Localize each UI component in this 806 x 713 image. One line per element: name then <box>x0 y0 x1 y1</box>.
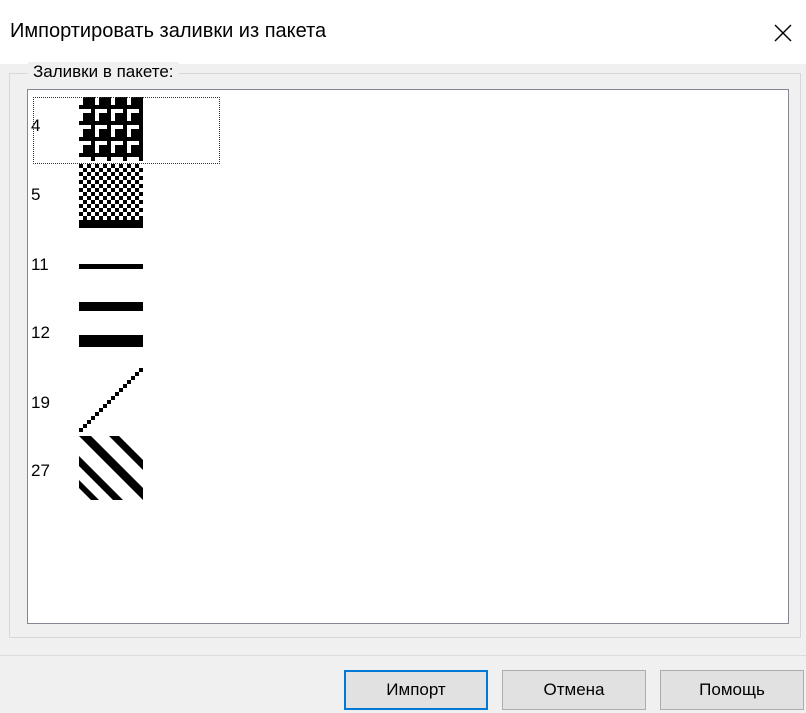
fill-pattern-checker-icon <box>79 164 143 228</box>
cancel-button[interactable]: Отмена <box>502 670 646 710</box>
fill-pattern-diagonal-bands-icon <box>79 436 143 500</box>
fill-pattern-grid-icon <box>79 97 143 161</box>
list-item-fill-5[interactable]: 5 <box>28 164 228 232</box>
footer-separator <box>0 655 806 656</box>
fill-pattern-thick-lines-icon <box>79 302 143 347</box>
close-icon <box>774 24 792 42</box>
list-item-fill-11[interactable]: 11 <box>28 232 228 300</box>
close-button[interactable] <box>760 10 806 56</box>
list-item-fill-27[interactable]: 27 <box>28 436 228 504</box>
import-fills-dialog: Импортировать заливки из пакета Заливки … <box>0 0 806 713</box>
dialog-title: Импортировать заливки из пакета <box>10 20 327 42</box>
fill-number: 11 <box>31 255 49 274</box>
fill-number: 5 <box>31 185 41 204</box>
list-item-fill-4[interactable]: 4 <box>28 96 228 164</box>
import-button[interactable]: Импорт <box>344 670 488 710</box>
list-item-fill-12[interactable]: 12 <box>28 300 228 368</box>
list-item-fill-19[interactable]: 19 <box>28 368 228 436</box>
title-bar: Импортировать заливки из пакета <box>0 0 806 64</box>
fill-number: 27 <box>31 461 50 480</box>
help-button[interactable]: Помощь <box>660 670 804 710</box>
fills-list[interactable]: 4 5 11 12 19 27 <box>27 89 789 624</box>
fill-pattern-diagonal-icon <box>79 368 143 432</box>
fill-number: 12 <box>31 323 50 342</box>
fill-number: 19 <box>31 393 50 412</box>
fill-number: 4 <box>31 116 41 135</box>
fill-pattern-thin-line-icon <box>79 264 143 269</box>
fills-group-label: Заливки в пакете: <box>28 62 179 82</box>
